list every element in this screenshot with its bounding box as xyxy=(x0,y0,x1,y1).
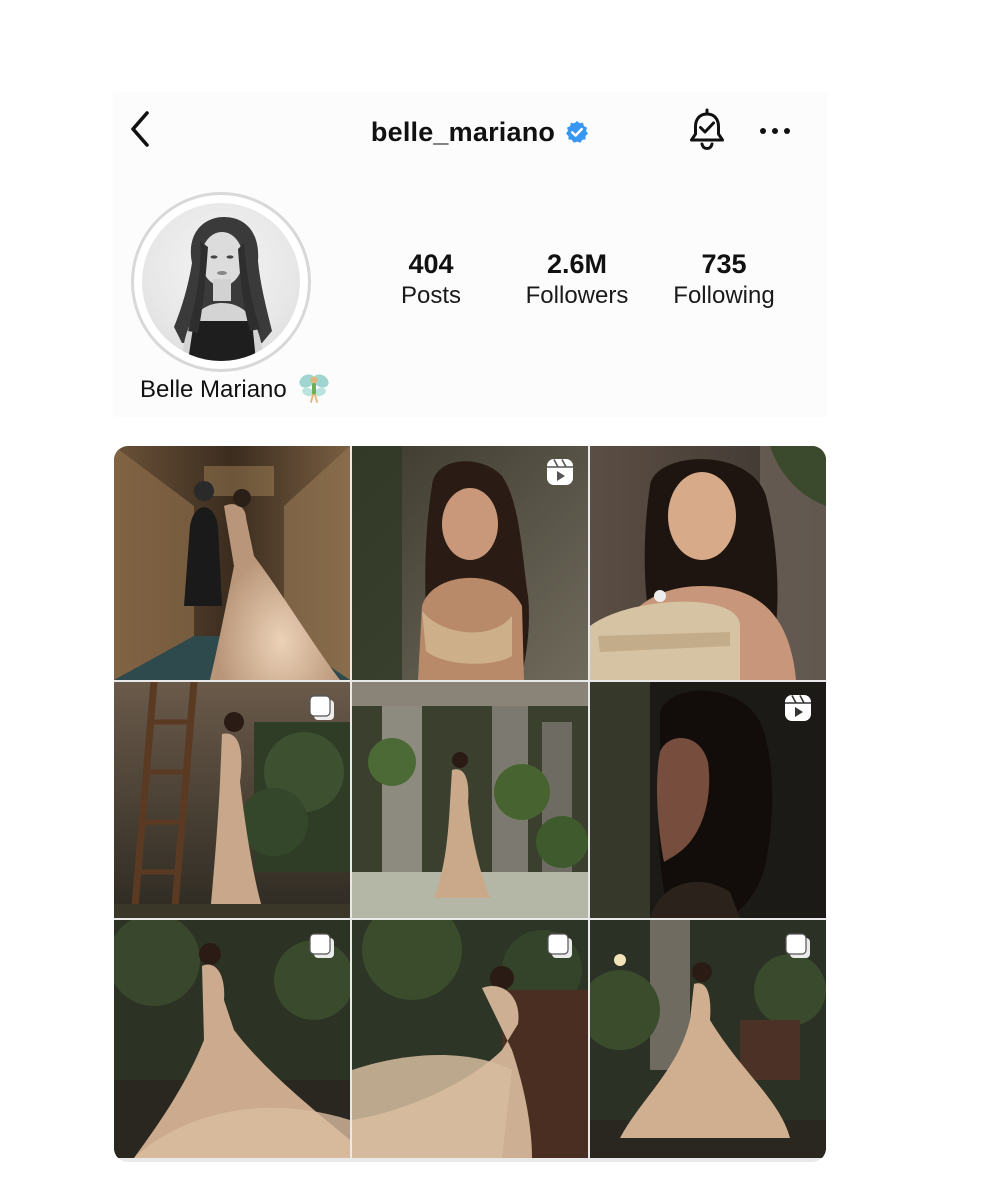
carousel-badge xyxy=(544,932,576,964)
carousel-icon xyxy=(307,693,337,728)
carousel-icon xyxy=(307,931,337,966)
stat-following[interactable]: 735 Following xyxy=(654,248,794,312)
stat-posts-value: 404 xyxy=(408,249,454,279)
bell-check-icon xyxy=(687,108,727,157)
post-tile-3[interactable] xyxy=(590,446,826,680)
avatar-ring[interactable] xyxy=(131,192,311,372)
fairy-emoji-icon xyxy=(297,371,331,410)
username: belle_mariano xyxy=(370,116,556,147)
display-name-row: Belle Mariano xyxy=(140,372,331,408)
carousel-badge xyxy=(306,932,338,964)
post-tile-9[interactable] xyxy=(590,920,826,1158)
stat-followers[interactable]: 2.6M Followers xyxy=(507,248,647,312)
post-tile-1[interactable] xyxy=(114,446,350,680)
post-photo-hallway xyxy=(114,446,350,680)
header-title: belle_mariano xyxy=(330,110,630,154)
post-tile-7[interactable] xyxy=(114,920,350,1158)
stat-followers-label: Followers xyxy=(525,282,629,309)
more-options-button[interactable] xyxy=(752,112,798,152)
stat-following-value: 735 xyxy=(701,249,747,279)
more-horizontal-icon xyxy=(758,123,792,141)
display-name: Belle Mariano xyxy=(140,376,287,403)
post-tile-4[interactable] xyxy=(114,682,350,918)
post-tile-2[interactable] xyxy=(352,446,588,680)
post-tile-5[interactable] xyxy=(352,682,588,918)
reel-icon xyxy=(783,693,813,728)
profile-page: belle_mariano Belle Mariano 404 Posts 2.… xyxy=(0,0,991,1200)
reel-badge xyxy=(782,694,814,726)
reel-icon xyxy=(545,457,575,492)
post-tile-6[interactable] xyxy=(590,682,826,918)
carousel-icon xyxy=(545,931,575,966)
stat-following-label: Following xyxy=(673,282,775,309)
stat-followers-value: 2.6M xyxy=(546,249,608,279)
notification-bell-button[interactable] xyxy=(684,108,730,156)
post-tile-8[interactable] xyxy=(352,920,588,1158)
verified-badge-icon xyxy=(565,120,589,144)
post-photo-columns xyxy=(352,682,588,918)
carousel-badge xyxy=(782,932,814,964)
stat-posts[interactable]: 404 Posts xyxy=(361,248,501,312)
carousel-icon xyxy=(783,931,813,966)
posts-grid xyxy=(114,446,826,1162)
reel-badge xyxy=(544,458,576,490)
avatar xyxy=(142,203,300,361)
chevron-left-icon xyxy=(127,109,153,154)
carousel-badge xyxy=(306,694,338,726)
stat-posts-label: Posts xyxy=(400,282,462,309)
post-photo-closeup xyxy=(590,446,826,680)
back-button[interactable] xyxy=(120,108,160,154)
